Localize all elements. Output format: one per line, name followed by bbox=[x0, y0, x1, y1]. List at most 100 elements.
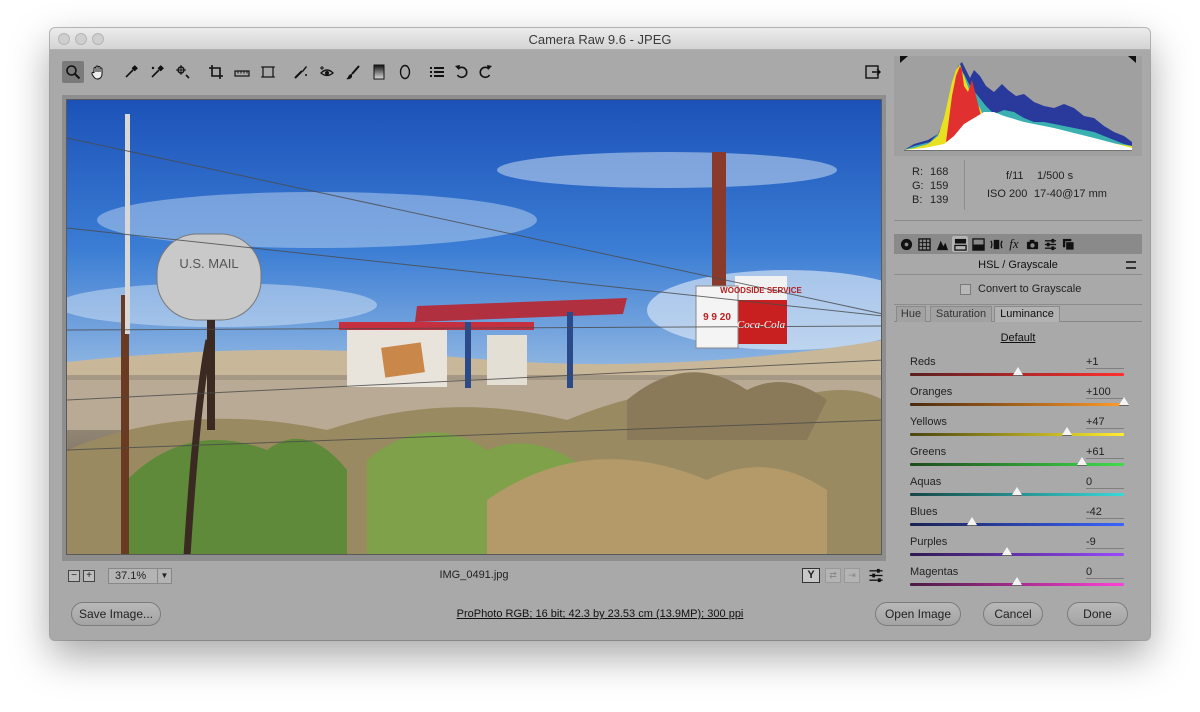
bottom-bar: Save Image... ProPhoto RGB; 16 bit; 42.3… bbox=[50, 594, 1150, 640]
tab-basic[interactable] bbox=[898, 236, 914, 252]
b-label: B: bbox=[912, 194, 923, 206]
transform-icon bbox=[261, 66, 275, 78]
slider-value-input[interactable]: -42 bbox=[1086, 506, 1126, 518]
radial-filter-tool-button[interactable] bbox=[394, 61, 416, 83]
tab-split-toning[interactable] bbox=[970, 236, 986, 252]
convert-to-grayscale-checkbox[interactable] bbox=[960, 284, 971, 295]
aperture-icon bbox=[900, 238, 912, 250]
crop-tool-button[interactable] bbox=[205, 61, 227, 83]
slider-value-input[interactable]: -9 bbox=[1086, 536, 1126, 548]
tab-tone-curve[interactable] bbox=[916, 236, 932, 252]
slider-thumb[interactable] bbox=[1062, 427, 1073, 435]
tab-snapshots[interactable] bbox=[1060, 236, 1076, 252]
panel-tabs: fx bbox=[894, 234, 1142, 254]
slider-purples: Purples -9 bbox=[908, 536, 1128, 566]
slider-label: Oranges bbox=[910, 386, 953, 398]
shutter-value: 1/500 s bbox=[1037, 170, 1074, 182]
slider-value-input[interactable]: +47 bbox=[1086, 416, 1126, 428]
slider-value-input[interactable]: +1 bbox=[1086, 356, 1126, 368]
slider-value-input[interactable]: 0 bbox=[1086, 566, 1126, 578]
default-link[interactable]: Default bbox=[894, 332, 1142, 344]
tab-luminance[interactable]: Luminance bbox=[994, 306, 1060, 322]
targeted-adjustment-tool-button[interactable] bbox=[172, 61, 194, 83]
mailbox-text: U.S. MAIL bbox=[179, 256, 238, 271]
tab-hsl-grayscale[interactable] bbox=[952, 236, 968, 252]
rotate-left-button[interactable] bbox=[451, 61, 473, 83]
slider-thumb[interactable] bbox=[1077, 457, 1088, 465]
slider-label: Yellows bbox=[910, 416, 947, 428]
preview-status-bar: − + 37.1% ▼ IMG_0491.jpg Y ⇄ ⇥ bbox=[62, 566, 886, 586]
slider-blues: Blues -42 bbox=[908, 506, 1128, 536]
hand-icon bbox=[91, 65, 103, 80]
slider-value-underline bbox=[1086, 368, 1124, 369]
tools-toolbar bbox=[62, 61, 886, 85]
lens-value: 17-40@17 mm bbox=[1034, 188, 1107, 200]
swap-icon: ⇄ bbox=[829, 570, 837, 580]
price-sign-text: 9 9 20 bbox=[703, 312, 731, 323]
panel-menu-icon[interactable] bbox=[1126, 261, 1136, 269]
slider-thumb[interactable] bbox=[1119, 397, 1129, 405]
slider-thumb[interactable] bbox=[967, 517, 978, 525]
tab-presets[interactable] bbox=[1042, 236, 1058, 252]
title-bar: Camera Raw 9.6 - JPEG bbox=[50, 28, 1150, 50]
transform-tool-button[interactable] bbox=[257, 61, 279, 83]
slider-value-underline bbox=[1086, 458, 1124, 459]
radial-filter-icon bbox=[399, 64, 411, 80]
camera-icon bbox=[1026, 239, 1038, 249]
copy-settings-button[interactable]: ⇥ bbox=[844, 568, 860, 583]
g-label: G: bbox=[912, 180, 924, 192]
red-eye-icon bbox=[320, 66, 334, 77]
straighten-tool-button[interactable] bbox=[231, 61, 253, 83]
tab-detail[interactable] bbox=[934, 236, 950, 252]
rotate-right-button[interactable] bbox=[474, 61, 496, 83]
done-button[interactable]: Done bbox=[1067, 602, 1128, 626]
slider-value-underline bbox=[1086, 488, 1124, 489]
slider-track[interactable] bbox=[910, 523, 1124, 526]
slider-track[interactable] bbox=[910, 463, 1124, 466]
slider-reds: Reds +1 bbox=[908, 356, 1128, 386]
histogram-graph bbox=[900, 56, 1136, 151]
info-readout: R: 168 G: 159 B: 139 f/11 1/500 s ISO 20… bbox=[894, 156, 1142, 234]
adjustment-brush-tool-button[interactable] bbox=[342, 61, 364, 83]
slider-value-input[interactable]: +61 bbox=[1086, 446, 1126, 458]
toggle-fullscreen-button[interactable] bbox=[862, 61, 884, 83]
fullscreen-icon bbox=[865, 65, 881, 79]
graduated-filter-tool-button[interactable] bbox=[368, 61, 390, 83]
grid-icon bbox=[917, 237, 931, 251]
white-balance-tool-button[interactable] bbox=[120, 61, 142, 83]
camera-raw-window: Camera Raw 9.6 - JPEG U.S. MAIL WOODSIDE… bbox=[50, 28, 1150, 640]
convert-to-grayscale-row[interactable]: Convert to Grayscale bbox=[894, 280, 1142, 300]
cancel-button[interactable]: Cancel bbox=[983, 602, 1043, 626]
adjustments-panel: R: 168 G: 159 B: 139 f/11 1/500 s ISO 20… bbox=[894, 56, 1142, 586]
slider-thumb[interactable] bbox=[1013, 367, 1024, 375]
open-image-button[interactable]: Open Image bbox=[875, 602, 961, 626]
preferences-button[interactable] bbox=[426, 61, 448, 83]
tab-saturation[interactable]: Saturation bbox=[930, 306, 992, 322]
photo-preview[interactable]: U.S. MAIL WOODSIDE SERVICE Coca-Cola 9 9… bbox=[66, 99, 882, 555]
tab-effects[interactable]: fx bbox=[1006, 236, 1022, 252]
red-eye-tool-button[interactable] bbox=[316, 61, 338, 83]
tab-lens-corrections[interactable] bbox=[988, 236, 1004, 252]
hsl-icon bbox=[953, 238, 967, 251]
before-after-view-button[interactable]: Y bbox=[802, 568, 820, 583]
color-sampler-tool-button[interactable] bbox=[146, 61, 168, 83]
tab-hue[interactable]: Hue bbox=[896, 306, 926, 322]
tab-camera-calibration[interactable] bbox=[1024, 236, 1040, 252]
sliders-icon bbox=[869, 568, 883, 583]
fx-icon: fx bbox=[1009, 236, 1019, 251]
zoom-tool-button[interactable] bbox=[62, 61, 84, 83]
slider-thumb[interactable] bbox=[1012, 487, 1022, 495]
rotate-cw-icon bbox=[479, 65, 492, 79]
toggle-settings-button[interactable] bbox=[868, 568, 884, 583]
slider-thumb[interactable] bbox=[1002, 547, 1013, 555]
histogram bbox=[894, 56, 1142, 156]
slider-track[interactable] bbox=[910, 433, 1124, 436]
slider-track[interactable] bbox=[910, 403, 1124, 406]
graduated-filter-icon bbox=[373, 64, 385, 80]
slider-value-input[interactable]: 0 bbox=[1086, 476, 1126, 488]
hand-tool-button[interactable] bbox=[87, 61, 109, 83]
slider-track[interactable] bbox=[910, 553, 1124, 556]
swap-settings-button[interactable]: ⇄ bbox=[825, 568, 841, 583]
slider-thumb[interactable] bbox=[1012, 577, 1022, 585]
spot-removal-tool-button[interactable] bbox=[290, 61, 312, 83]
